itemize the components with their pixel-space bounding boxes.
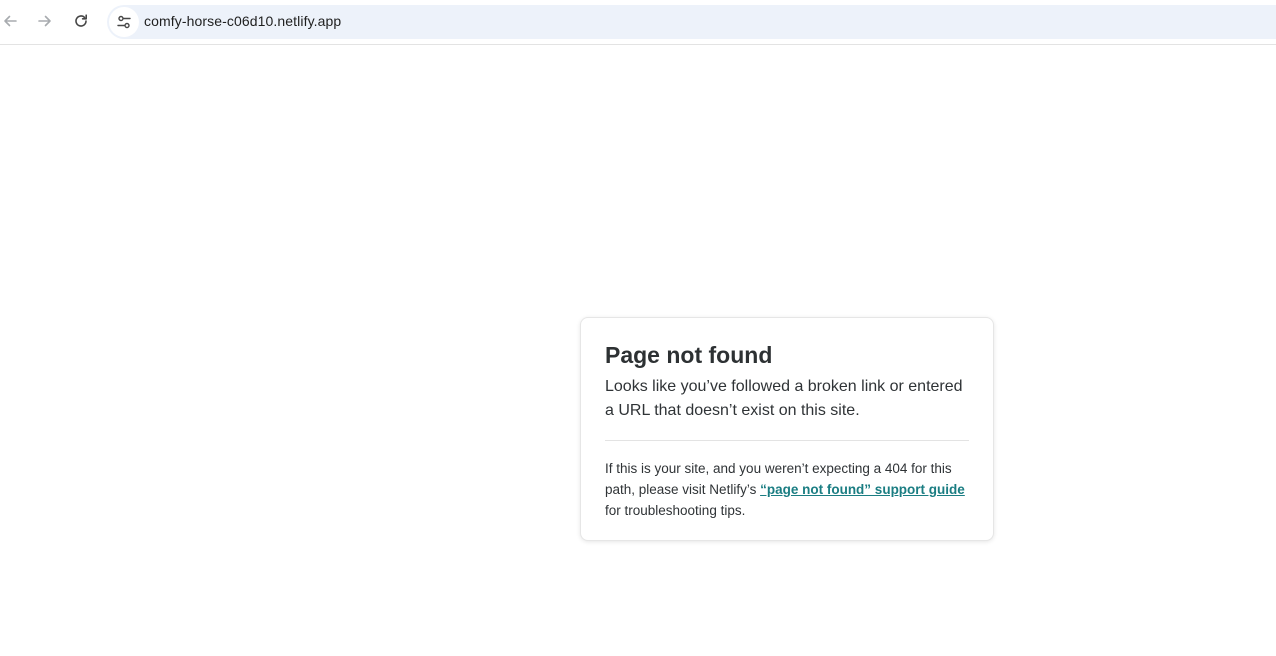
forward-button[interactable]	[30, 6, 60, 36]
page-title: Page not found	[605, 342, 773, 368]
help-text: If this is your site, and you weren’t ex…	[605, 458, 969, 521]
reload-button[interactable]	[66, 6, 96, 36]
support-guide-link[interactable]: “page not found” support guide	[760, 482, 965, 497]
arrow-right-icon	[38, 15, 51, 27]
arrow-left-icon	[4, 15, 17, 27]
url-text[interactable]: comfy-horse-c06d10.netlify.app	[144, 13, 341, 29]
back-button[interactable]	[0, 6, 25, 36]
address-bar[interactable]: comfy-horse-c06d10.netlify.app	[107, 5, 1276, 39]
reload-icon	[75, 14, 87, 27]
site-info-button[interactable]	[109, 7, 139, 37]
tune-icon	[117, 15, 131, 29]
browser-toolbar: comfy-horse-c06d10.netlify.app	[0, 0, 1276, 45]
error-card: Page not found Looks like you’ve followe…	[580, 317, 994, 541]
error-description: Looks like you’ve followed a broken link…	[605, 378, 963, 419]
help-text-after: for troubleshooting tips.	[605, 503, 746, 518]
divider	[605, 440, 969, 441]
